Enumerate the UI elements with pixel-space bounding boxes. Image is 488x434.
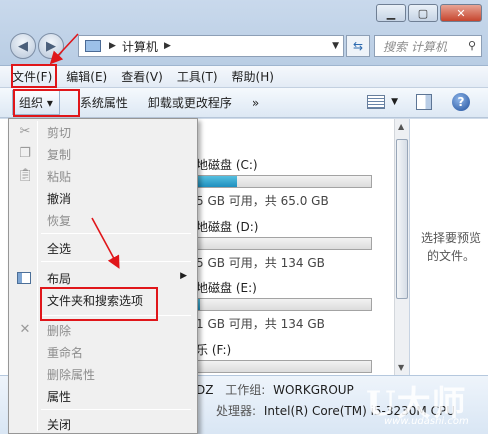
menu-item-label: 撤消 [47, 192, 72, 206]
details-line-workgroup: DZ 工作组: WORKGROUP [196, 381, 354, 398]
refresh-button[interactable]: ⇆ [346, 35, 370, 57]
menu-item-layout[interactable]: 布局 ▶ [11, 267, 195, 289]
more-commands-button[interactable]: » [252, 96, 259, 110]
menu-item-label: 恢复 [47, 214, 72, 228]
menu-item-label: 复制 [47, 148, 72, 162]
drive-info: 1 GB 可用，共 134 GB [196, 317, 325, 331]
paste-icon: 📋︎ [17, 168, 34, 183]
cpu-label: 处理器: [216, 404, 257, 418]
view-dropdown-icon[interactable]: ▼ [391, 97, 398, 107]
minimize-button[interactable]: ▁ [376, 4, 406, 22]
scissors-icon: ✂ [19, 124, 31, 139]
preview-message: 选择要预览的文件。 [420, 231, 481, 263]
forward-arrow-icon: ▶ [46, 38, 56, 54]
menu-item-label: 剪切 [47, 126, 72, 140]
menu-item-delete[interactable]: ✕ 删除 [11, 319, 195, 341]
view-controls: ▼ ? [367, 93, 470, 111]
close-button[interactable]: ✕ [440, 4, 482, 22]
address-dropdown-icon[interactable]: ▼ [332, 41, 339, 51]
workgroup-value: WORKGROUP [273, 383, 354, 397]
preview-pane: 选择要预览的文件。 [409, 119, 488, 375]
title-bar: ▁ ▢ ✕ ◀ ▶ ▶ 计算机 ▶ ▼ ⇆ 搜索 计算机 ⚲ [0, 0, 488, 66]
refresh-icon: ⇆ [352, 39, 364, 53]
menu-item-cut[interactable]: ✂ 剪切 [11, 121, 195, 143]
vertical-scrollbar[interactable]: ▲ ▼ [394, 119, 409, 375]
menu-bar: 文件(F) 编辑(E) 查看(V) 工具(T) 帮助(H) [0, 66, 488, 88]
drive-usage-bar [196, 298, 372, 311]
menu-separator [41, 409, 191, 410]
search-placeholder: 搜索 计算机 [383, 39, 447, 54]
organize-menu: ✂ 剪切 ❐ 复制 📋︎ 粘贴 撤消 恢复 全选 布局 ▶ 文件夹和搜索选项 ✕ 删除 重… [8, 118, 198, 434]
uninstall-button[interactable]: 卸载或更改程序 [148, 94, 232, 111]
menu-separator [41, 261, 191, 262]
drive-usage-bar [196, 175, 372, 188]
menu-item-copy[interactable]: ❐ 复制 [11, 143, 195, 165]
search-input[interactable]: 搜索 计算机 ⚲ [374, 35, 482, 57]
menu-item-undo[interactable]: 撤消 [11, 187, 195, 209]
menu-item-select-all[interactable]: 全选 [11, 237, 195, 259]
breadcrumb-computer[interactable]: 计算机 [122, 38, 158, 55]
breadcrumb-chevron-icon[interactable]: ▶ [109, 41, 116, 51]
menu-item-label: 粘贴 [47, 170, 72, 184]
menu-view[interactable]: 查看(V) [121, 68, 163, 85]
drive-name: 地磁盘 (E:) [196, 281, 257, 295]
menu-item-paste[interactable]: 📋︎ 粘贴 [11, 165, 195, 187]
menu-item-label: 删除属性 [47, 368, 96, 382]
menu-edit[interactable]: 编辑(E) [66, 68, 107, 85]
drive-name: 地磁盘 (C:) [196, 158, 258, 172]
menu-item-label: 布局 [47, 272, 72, 286]
menu-separator [41, 233, 191, 234]
preview-pane-icon[interactable] [416, 94, 432, 110]
layout-icon [17, 272, 31, 284]
scroll-thumb[interactable] [396, 139, 408, 299]
menu-help[interactable]: 帮助(H) [232, 68, 274, 85]
menu-item-close[interactable]: 关闭 [11, 413, 195, 434]
change-view-icon[interactable] [367, 95, 386, 109]
copy-icon: ❐ [19, 146, 31, 161]
forward-button[interactable]: ▶ [38, 33, 64, 59]
highlight-folder-options [40, 287, 158, 321]
menu-item-label: 属性 [47, 390, 72, 404]
menu-item-properties[interactable]: 属性 [11, 385, 195, 407]
back-arrow-icon: ◀ [18, 38, 28, 54]
scroll-down-icon[interactable]: ▼ [398, 363, 404, 372]
watermark-url: www.udashi.com [384, 416, 469, 427]
drive-usage-fill [197, 176, 238, 187]
address-bar[interactable]: ▶ 计算机 ▶ ▼ [78, 35, 344, 57]
window-controls: ▁ ▢ ✕ [374, 4, 482, 22]
drive-info: 5 GB 可用，共 65.0 GB [196, 194, 329, 208]
submenu-arrow-icon: ▶ [180, 271, 187, 281]
system-properties-button[interactable]: 系统属性 [80, 94, 128, 111]
menu-item-label: 全选 [47, 242, 72, 256]
drive-name: 地磁盘 (D:) [196, 220, 259, 234]
menu-item-label: 关闭 [47, 418, 72, 432]
menu-item-label: 重命名 [47, 346, 84, 360]
drive-usage-bar [196, 237, 372, 250]
maximize-button[interactable]: ▢ [408, 4, 438, 22]
breadcrumb-chevron-icon[interactable]: ▶ [164, 41, 171, 51]
delete-x-icon: ✕ [19, 322, 31, 337]
drive-usage-bar [196, 360, 372, 373]
back-button[interactable]: ◀ [10, 33, 36, 59]
menu-item-remove-properties[interactable]: 删除属性 [11, 363, 195, 385]
workgroup-label: 工作组: [225, 383, 266, 397]
computer-name-fragment: DZ [196, 383, 214, 397]
menu-item-label: 删除 [47, 324, 72, 338]
menu-item-rename[interactable]: 重命名 [11, 341, 195, 363]
highlight-file-menu [11, 64, 57, 88]
search-icon[interactable]: ⚲ [468, 39, 476, 52]
drive-name: 乐 (F:) [196, 343, 232, 357]
help-icon[interactable]: ? [452, 93, 470, 111]
menu-tools[interactable]: 工具(T) [177, 68, 218, 85]
menu-item-redo[interactable]: 恢复 [11, 209, 195, 231]
drive-info: 5 GB 可用，共 134 GB [196, 256, 325, 270]
computer-icon [85, 40, 101, 52]
highlight-organize [13, 89, 80, 117]
scroll-up-icon[interactable]: ▲ [398, 122, 404, 131]
